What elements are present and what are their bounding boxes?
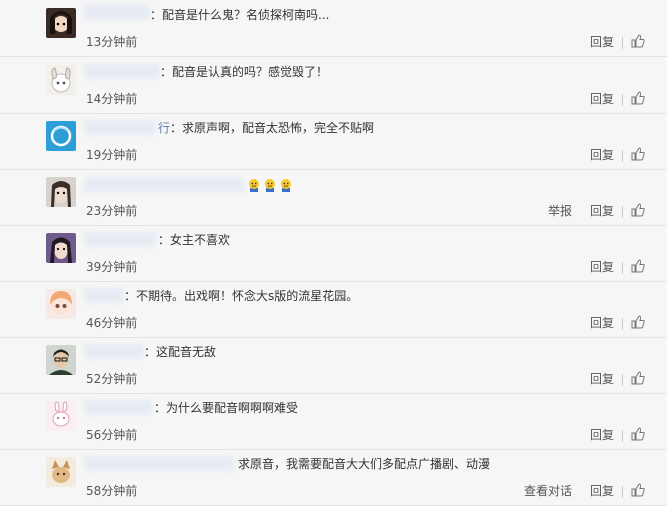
comment-actions: 查看对话 回复 [510,482,645,500]
divider [622,317,623,330]
commenter-name-blurred[interactable] [84,287,124,303]
commenter-name-blurred[interactable] [84,177,244,193]
comment-text: ：配音是认真的吗？感觉毁了！ [160,65,329,79]
comment-item: 23分钟前 举报 回复 [0,169,667,226]
comment-line [244,173,292,195]
avatar[interactable] [46,121,76,151]
thumbs-up-icon[interactable] [631,259,645,273]
comment-actions: 回复 [576,90,645,108]
comment-time: 14分钟前 [86,92,138,106]
comment-text: ：这配音无敌 [144,345,217,359]
comment-item: 求原音，我需要配音大大们多配点广播剧、动漫 58分钟前 查看对话 回复 [0,449,667,506]
avatar[interactable] [46,457,76,487]
thumbs-up-icon[interactable] [631,147,645,161]
comment-actions: 回复 [576,258,645,276]
thumbs-up-icon[interactable] [631,371,645,385]
commenter-name-blurred[interactable] [84,119,156,135]
comment-text: 求原音，我需要配音大大们多配点广播剧、动漫 [238,457,491,471]
crying-emoji-icon [281,178,291,192]
commenter-name-blurred[interactable] [84,4,150,20]
reply-button[interactable]: 回复 [590,484,614,498]
divider [622,149,623,162]
divider [622,93,623,106]
comment-item: ：为什么要配音啊啊啊难受 56分钟前 回复 [0,393,667,450]
comment-text: ：配音是什么鬼？名侦探柯南吗... [150,8,330,22]
comment-line: ：这配音无敌 [144,341,216,363]
comment-actions: 回复 [576,426,645,444]
reply-button[interactable]: 回复 [590,35,614,49]
comment-time: 39分钟前 [86,260,138,274]
comment-item: ：配音是什么鬼？名侦探柯南吗... 13分钟前 回复 [0,0,667,57]
reply-button[interactable]: 回复 [590,148,614,162]
commenter-name-blurred[interactable] [84,399,152,415]
comment-time: 46分钟前 [86,316,138,330]
comment-line: 求原音，我需要配音大大们多配点广播剧、动漫 [238,453,490,475]
reply-button[interactable]: 回复 [590,372,614,386]
crying-emoji-icon [265,178,275,192]
thumbs-up-icon[interactable] [631,203,645,217]
avatar[interactable] [46,233,76,263]
comment-line: 行：求原声啊，配音太恐怖，完全不贴啊 [158,117,374,139]
thumbs-up-icon[interactable] [631,91,645,105]
comment-line: ：配音是什么鬼？名侦探柯南吗... [150,4,329,26]
divider [622,373,623,386]
comment-actions: 回复 [576,33,645,51]
comment-item: ：这配音无敌 52分钟前 回复 [0,337,667,394]
comment-item: 行：求原声啊，配音太恐怖，完全不贴啊 19分钟前 回复 [0,113,667,170]
comment-time: 23分钟前 [86,204,138,218]
reply-button[interactable]: 回复 [590,316,614,330]
comment-actions: 举报 回复 [534,202,645,220]
comment-time: 19分钟前 [86,148,138,162]
comment-actions: 回复 [576,370,645,388]
comment-list: ：配音是什么鬼？名侦探柯南吗... 13分钟前 回复 ：配音是认真的吗？感觉毁了… [0,0,667,506]
thumbs-up-icon[interactable] [631,34,645,48]
view-conversation-button[interactable]: 查看对话 [524,484,572,498]
divider [622,36,623,49]
comment-actions: 回复 [576,146,645,164]
commenter-name-blurred[interactable] [84,63,160,79]
avatar[interactable] [46,177,76,207]
comment-time: 58分钟前 [86,484,138,498]
divider [622,205,623,218]
comment-time: 56分钟前 [86,428,138,442]
divider [622,429,623,442]
reply-button[interactable]: 回复 [590,92,614,106]
commenter-name-blurred[interactable] [84,343,144,359]
commenter-name-blurred[interactable] [84,231,156,247]
reply-button[interactable]: 回复 [590,204,614,218]
avatar[interactable] [46,401,76,431]
comment-time: 52分钟前 [86,372,138,386]
crying-emoji-icon [249,178,259,192]
avatar[interactable] [46,65,76,95]
divider [622,261,623,274]
reply-button[interactable]: 回复 [590,428,614,442]
comment-text: ：不期待。出戏啊！怀念大s版的流星花园。 [124,289,359,303]
thumbs-up-icon[interactable] [631,427,645,441]
thumbs-up-icon[interactable] [631,315,645,329]
avatar[interactable] [46,345,76,375]
comment-line: ：为什么要配音啊啊啊难受 [154,397,298,419]
comment-line: ：女主不喜欢 [158,229,230,251]
comment-actions: 回复 [576,314,645,332]
divider [622,485,623,498]
avatar[interactable] [46,289,76,319]
report-button[interactable]: 举报 [548,204,572,218]
comment-text: ：女主不喜欢 [158,233,231,247]
comment-line: ：不期待。出戏啊！怀念大s版的流星花园。 [124,285,358,307]
comment-item: ：配音是认真的吗？感觉毁了！ 14分钟前 回复 [0,57,667,114]
reply-button[interactable]: 回复 [590,260,614,274]
commenter-name-suffix[interactable]: 行 [158,121,170,135]
comment-text: ：求原声啊，配音太恐怖，完全不贴啊 [170,121,375,135]
comment-time: 13分钟前 [86,35,138,49]
commenter-name-blurred[interactable] [84,455,234,471]
comment-line: ：配音是认真的吗？感觉毁了！ [160,61,328,83]
avatar[interactable] [46,8,76,38]
comment-item: ：不期待。出戏啊！怀念大s版的流星花园。 46分钟前 回复 [0,281,667,338]
comment-text: ：为什么要配音啊啊啊难受 [154,401,299,415]
comment-item: ：女主不喜欢 39分钟前 回复 [0,225,667,282]
